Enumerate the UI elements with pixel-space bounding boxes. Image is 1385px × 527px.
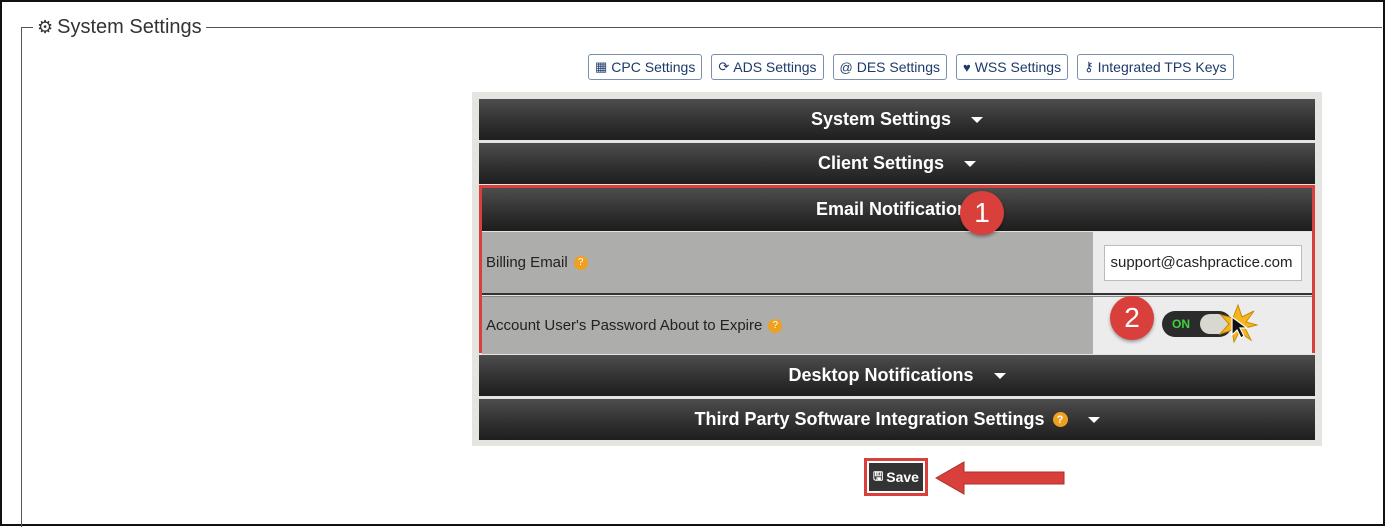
calculator-icon: ▦ — [595, 59, 608, 74]
tab-wss-settings[interactable]: ♥ WSS Settings — [955, 54, 1069, 80]
tab-label: DES Settings — [856, 59, 940, 75]
help-icon[interactable]: ? — [1052, 412, 1068, 427]
callout-badge-1: 1 — [960, 191, 1004, 235]
heartbeat-icon: ♥ — [962, 59, 971, 75]
accordion-desktop-notifications[interactable]: Desktop Notifications — [479, 355, 1315, 396]
caret-down-icon — [993, 372, 1006, 379]
save-label: Save — [886, 469, 919, 485]
accordion-label: Third Party Software Integration Setting… — [694, 409, 1045, 429]
accordion-label: Desktop Notifications — [788, 365, 974, 385]
gear-icon: ⚙ — [37, 17, 54, 37]
accordion-label: System Settings — [810, 109, 952, 129]
settings-tabs: ▦ CPC Settings ⟳ ADS Settings @ DES Sett… — [588, 54, 1234, 80]
accordion-label: Client Settings — [817, 153, 944, 173]
billing-email-cell: support@cashpractice.com — [1093, 232, 1312, 293]
fieldset-legend-label: System Settings — [57, 16, 202, 38]
fieldset-legend: ⚙ System Settings — [33, 16, 206, 39]
tab-cpc-settings[interactable]: ▦ CPC Settings — [588, 54, 703, 80]
click-burst-icon — [1218, 303, 1258, 343]
key-icon: ⚷ — [1084, 59, 1094, 74]
tab-label: Integrated TPS Keys — [1097, 59, 1227, 75]
accordion-third-party-settings[interactable]: Third Party Software Integration Setting… — [479, 399, 1315, 440]
accordion-email-notifications[interactable]: Email Notifications — [482, 188, 1312, 231]
help-icon[interactable]: ? — [768, 318, 783, 333]
toggle-on-label: ON — [1172, 317, 1190, 331]
tab-label: CPC Settings — [611, 59, 696, 75]
email-notifications-highlight: Email Notifications Billing Email ? supp… — [479, 185, 1315, 354]
password-expire-label: Account User's Password About to Expire — [486, 317, 763, 334]
billing-email-input[interactable]: support@cashpractice.com — [1103, 244, 1302, 281]
accordion-system-settings[interactable]: System Settings — [479, 99, 1315, 140]
accordion-label: Email Notifications — [815, 199, 979, 219]
callout-badge-2: 2 — [1110, 296, 1154, 340]
billing-email-row: Billing Email ? support@cashpractice.com — [482, 232, 1312, 295]
tab-ads-settings[interactable]: ⟳ ADS Settings — [711, 54, 824, 80]
billing-email-label: Billing Email — [486, 254, 568, 271]
caret-down-icon — [964, 160, 976, 167]
caret-down-icon — [1087, 416, 1100, 423]
floppy-disk-icon: 🖫 — [873, 468, 884, 483]
save-highlight: 🖫 Save — [864, 458, 928, 496]
accordion-client-settings[interactable]: Client Settings — [479, 143, 1315, 184]
tab-label: ADS Settings — [733, 59, 817, 75]
help-icon[interactable]: ? — [573, 255, 588, 270]
password-expire-row: Account User's Password About to Expire … — [482, 296, 1312, 354]
caret-down-icon — [971, 116, 984, 123]
tab-integrated-tps-keys[interactable]: ⚷ Integrated TPS Keys — [1077, 54, 1234, 80]
at-icon: @ — [839, 59, 853, 75]
save-button[interactable]: 🖫 Save — [869, 463, 923, 491]
refresh-icon: ⟳ — [718, 59, 730, 74]
tab-des-settings[interactable]: @ DES Settings — [832, 54, 947, 80]
arrow-left-icon — [934, 461, 1065, 495]
tab-label: WSS Settings — [974, 59, 1062, 75]
